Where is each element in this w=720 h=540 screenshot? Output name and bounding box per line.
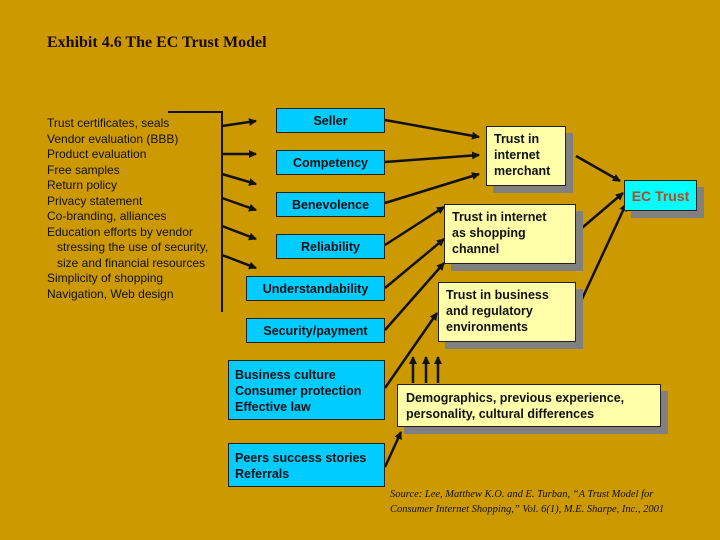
- trust-business-line: Trust in business: [446, 288, 549, 302]
- arrow-understandability-to-channel: [384, 238, 445, 289]
- trust-merchant-line: Trust in: [494, 132, 540, 146]
- trust-business-line: environments: [446, 320, 528, 334]
- understandability-label: Understandability: [262, 281, 369, 296]
- trust-merchant-box: Trust in internet merchant: [486, 126, 566, 186]
- arrow-business-to-ectrust: [574, 203, 628, 313]
- arrow-competency-to-merchant: [384, 151, 480, 164]
- environment-line: Business culture: [235, 368, 336, 382]
- arrow-factors-to-reliability: [221, 196, 257, 212]
- seller-box: Seller: [276, 108, 385, 133]
- arrow-factors-to-understandability: [221, 224, 257, 241]
- demographics-box: Demographics, previous experience, perso…: [397, 384, 661, 427]
- business-environment-box: Business culture Consumer protection Eff…: [228, 360, 385, 420]
- seller-label: Seller: [313, 113, 348, 128]
- reliability-box: Reliability: [276, 234, 385, 259]
- environment-line: Effective law: [235, 400, 311, 414]
- arrow-security-to-channel: [384, 262, 445, 331]
- ec-trust-box: EC Trust: [624, 180, 697, 211]
- peers-box: Peers success stories Referrals: [228, 443, 385, 487]
- arrow-peers-to-demographics: [383, 431, 403, 468]
- arrow-seller-to-merchant: [384, 118, 480, 140]
- reliability-label: Reliability: [300, 239, 361, 254]
- peers-line: Peers success stories: [235, 451, 367, 465]
- security-payment-box: Security/payment: [246, 318, 385, 343]
- benevolence-label: Benevolence: [291, 197, 370, 212]
- understandability-box: Understandability: [246, 276, 385, 301]
- trust-business-line: and regulatory: [446, 304, 533, 318]
- peers-line: Referrals: [235, 467, 290, 481]
- environment-line: Consumer protection: [235, 384, 362, 398]
- benevolence-box: Benevolence: [276, 192, 385, 217]
- arrow-benevolence-to-merchant: [384, 172, 480, 205]
- factors-bracket: [168, 111, 223, 312]
- competency-label: Competency: [292, 155, 369, 170]
- competency-box: Competency: [276, 150, 385, 175]
- trust-channel-line: Trust in internet: [452, 210, 547, 224]
- trust-merchant-line: internet: [494, 148, 540, 162]
- arrow-reliability-to-channel: [384, 205, 445, 247]
- trust-business-box: Trust in business and regulatory environ…: [438, 282, 576, 342]
- security-payment-label: Security/payment: [263, 323, 368, 338]
- arrow-environment-to-business: [383, 312, 439, 389]
- demographics-line: personality, cultural differences: [406, 407, 595, 421]
- trust-channel-box: Trust in internet as shopping channel: [444, 204, 576, 264]
- ec-trust-label: EC Trust: [631, 187, 690, 204]
- source-line: Consumer Internet Shopping,” Vol. 6(1), …: [390, 504, 665, 515]
- source-line: Source: Lee, Matthew K.O. and E. Turban,…: [390, 489, 654, 500]
- trust-merchant-line: merchant: [494, 164, 551, 178]
- demographics-line: Demographics, previous experience,: [406, 391, 625, 405]
- trust-channel-line: channel: [452, 242, 500, 256]
- arrow-factors-to-seller: [221, 118, 257, 128]
- arrow-factors-to-security: [221, 253, 257, 270]
- source-citation: Source: Lee, Matthew K.O. and E. Turban,…: [390, 487, 664, 517]
- arrow-factors-to-benevolence: [221, 172, 257, 186]
- arrow-merchant-to-ectrust: [575, 154, 621, 183]
- trust-channel-line: as shopping: [452, 226, 526, 240]
